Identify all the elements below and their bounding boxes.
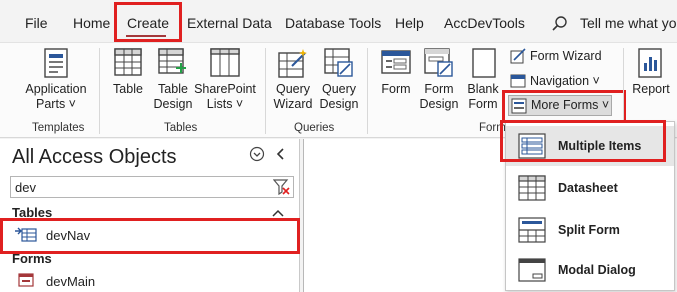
form-design-label-1: Form bbox=[424, 82, 454, 96]
ribbon-separator bbox=[99, 48, 100, 134]
menu-item-label: Modal Dialog bbox=[558, 263, 636, 277]
tab-database-tools[interactable]: Database Tools bbox=[285, 15, 381, 31]
modal-dialog-icon bbox=[518, 258, 546, 287]
tell-me-search-input[interactable]: Tell me what you bbox=[580, 15, 677, 31]
query-wizard-label-1: Query bbox=[275, 82, 311, 96]
forms-section-label: Forms bbox=[12, 251, 52, 266]
nav-item-devmain[interactable]: devMain bbox=[6, 270, 296, 292]
query-design-icon bbox=[324, 48, 354, 83]
blank-form-icon bbox=[470, 48, 498, 83]
blank-form-label-2: Form bbox=[468, 97, 498, 111]
form-design-label-2: Design bbox=[419, 97, 459, 111]
nav-search-value: dev bbox=[15, 180, 36, 195]
query-wizard-icon bbox=[278, 48, 308, 83]
multiple-items-highlight bbox=[500, 120, 666, 162]
sharepoint-lists-label-2: Lists ˅ bbox=[206, 97, 244, 111]
application-parts-button[interactable]: Application Parts ˅ bbox=[16, 46, 96, 118]
form-wizard-button[interactable]: Form Wizard bbox=[508, 46, 612, 66]
forms-section-header[interactable]: Forms bbox=[0, 250, 300, 268]
tab-home[interactable]: Home bbox=[73, 15, 110, 31]
nav-search-input[interactable]: dev bbox=[10, 176, 294, 198]
ribbon-separator bbox=[367, 48, 368, 134]
report-button[interactable]: Report bbox=[630, 46, 672, 118]
split-form-icon bbox=[518, 217, 546, 248]
sharepoint-lists-icon bbox=[210, 48, 240, 83]
query-wizard-button[interactable]: Query Wizard bbox=[270, 46, 316, 118]
nav-pane-title: All Access Objects bbox=[12, 146, 177, 168]
query-wizard-label-2: Wizard bbox=[273, 97, 313, 111]
tab-file[interactable]: File bbox=[25, 15, 48, 31]
tab-help[interactable]: Help bbox=[395, 15, 424, 31]
navigation-button[interactable]: Navigation ˅ bbox=[508, 71, 612, 91]
menu-item-label: Datasheet bbox=[558, 181, 618, 195]
application-parts-label-1: Application bbox=[25, 82, 87, 96]
form-design-button[interactable]: Form Design bbox=[416, 46, 462, 118]
form-object-icon bbox=[18, 273, 34, 292]
tables-group-label: Tables bbox=[164, 122, 198, 134]
menu-item-split-form[interactable]: Split Form bbox=[506, 210, 674, 250]
table-design-label-2: Design bbox=[153, 97, 193, 111]
blank-form-label-1: Blank bbox=[467, 82, 499, 96]
queries-group-label: Queries bbox=[294, 122, 335, 134]
table-button[interactable]: Table bbox=[106, 46, 150, 118]
more-forms-highlight bbox=[502, 90, 626, 123]
table-design-button[interactable]: Table Design bbox=[150, 46, 196, 118]
menu-item-label: Split Form bbox=[558, 223, 620, 237]
datasheet-icon bbox=[518, 175, 546, 206]
form-icon bbox=[381, 50, 411, 79]
navigation-label: Navigation ˅ bbox=[530, 74, 600, 88]
query-design-button[interactable]: Query Design bbox=[316, 46, 362, 118]
report-label: Report bbox=[632, 82, 670, 96]
menu-item-datasheet[interactable]: Datasheet bbox=[506, 168, 674, 208]
form-wizard-icon bbox=[510, 48, 526, 69]
form-label: Form bbox=[381, 82, 411, 96]
templates-group-label: Templates bbox=[32, 122, 85, 134]
devnav-highlight bbox=[0, 218, 300, 254]
tab-accdevtools[interactable]: AccDevTools bbox=[444, 15, 525, 31]
ribbon-separator bbox=[265, 48, 266, 134]
tab-external-data[interactable]: External Data bbox=[187, 15, 272, 31]
menu-bar: File Home Create External Data Database … bbox=[0, 0, 677, 44]
sharepoint-lists-button[interactable]: SharePoint Lists ˅ bbox=[193, 46, 257, 118]
sharepoint-lists-label-1: SharePoint bbox=[194, 82, 256, 96]
form-design-icon bbox=[424, 48, 454, 83]
application-parts-icon bbox=[42, 48, 70, 83]
menu-item-modal-dialog[interactable]: Modal Dialog bbox=[506, 250, 674, 290]
chevron-down-circle-icon[interactable] bbox=[249, 146, 265, 167]
table-label: Table bbox=[113, 82, 143, 96]
search-icon bbox=[551, 15, 569, 38]
application-parts-label-2: Parts ˅ bbox=[36, 97, 76, 111]
table-design-label-1: Table bbox=[158, 82, 188, 96]
table-design-icon bbox=[158, 48, 188, 83]
clear-filter-icon[interactable] bbox=[272, 179, 291, 200]
form-wizard-label: Form Wizard bbox=[530, 49, 602, 63]
nav-item-label: devMain bbox=[46, 274, 96, 289]
query-design-label-1: Query bbox=[321, 82, 357, 96]
query-design-label-2: Design bbox=[319, 97, 359, 111]
blank-form-button[interactable]: Blank Form bbox=[462, 46, 504, 118]
form-button[interactable]: Form bbox=[374, 46, 418, 118]
report-icon bbox=[637, 48, 663, 83]
create-tab-highlight bbox=[114, 2, 182, 42]
table-icon bbox=[114, 48, 142, 81]
collapse-pane-icon[interactable] bbox=[274, 146, 288, 167]
